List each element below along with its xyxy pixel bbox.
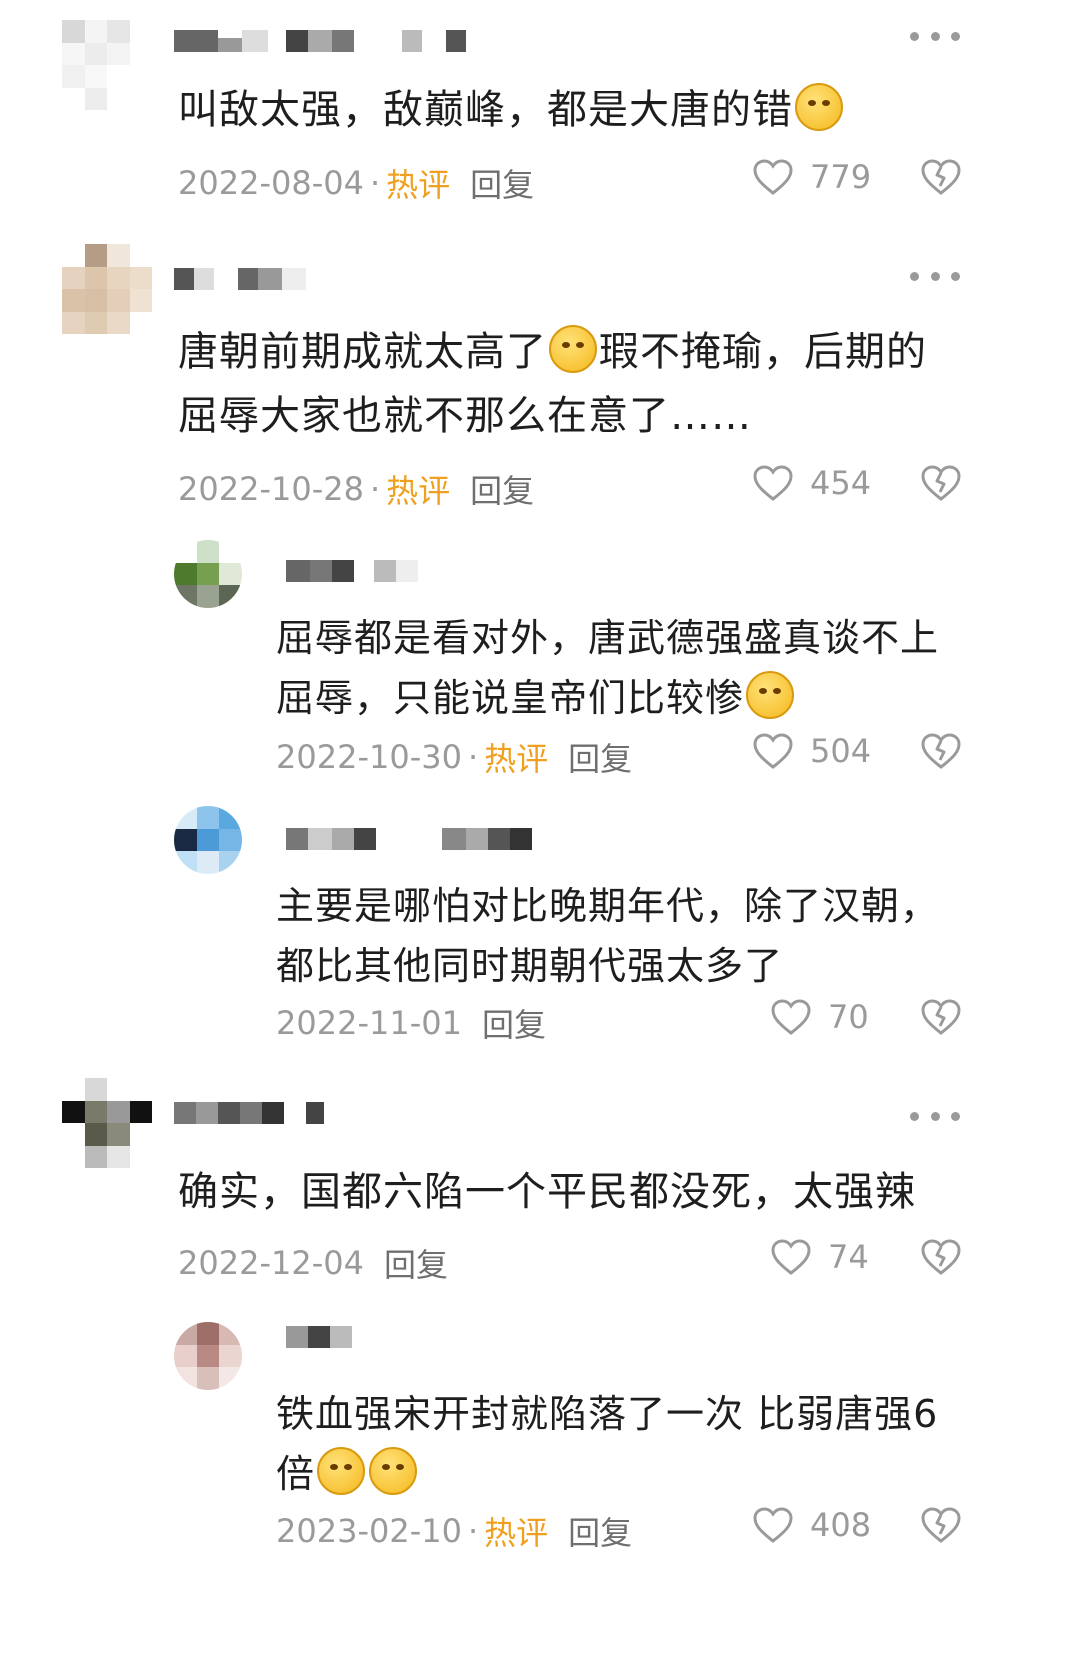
comment-text: 铁血强宋开封就陷落了一次 比弱唐强6 倍	[276, 1392, 939, 1496]
avatar[interactable]	[174, 540, 242, 608]
comment-meta: 2023-02-10 · 热评 回复	[276, 1508, 632, 1554]
comment-meta: 2022-10-28 · 热评 回复	[178, 466, 534, 512]
dislike-icon	[921, 733, 961, 769]
comment-text: 确实，国都六陷一个平民都没死，太强辣	[178, 1169, 916, 1215]
dislike-icon	[921, 1507, 961, 1543]
like-count: 454	[810, 464, 872, 502]
dislike-button[interactable]	[920, 1506, 962, 1544]
heart-icon	[771, 999, 811, 1035]
reply-button[interactable]: 回复	[470, 466, 534, 512]
dislike-button[interactable]	[920, 1238, 962, 1276]
like-button[interactable]: 74	[770, 1238, 869, 1276]
reply-button[interactable]: 回复	[470, 160, 534, 206]
dislike-button[interactable]	[920, 732, 962, 770]
heart-icon	[753, 1507, 793, 1543]
rolling-laughing-emoji-icon	[317, 1447, 366, 1495]
meta-dot: ·	[369, 470, 381, 508]
meta-dot: ·	[467, 738, 479, 776]
heart-icon	[753, 733, 793, 769]
tongue-out-emoji-icon	[746, 671, 795, 719]
avatar[interactable]	[62, 20, 152, 110]
comment-date: 2022-08-04	[178, 164, 364, 202]
reply-button[interactable]: 回复	[568, 734, 632, 780]
like-count: 74	[828, 1238, 869, 1276]
meta-dot: ·	[369, 164, 381, 202]
hot-badge: 热评	[386, 472, 451, 510]
comment-meta: 2022-12-04 回复	[178, 1240, 448, 1286]
avatar[interactable]	[62, 244, 152, 334]
hot-badge: 热评	[484, 740, 549, 778]
username[interactable]	[174, 268, 306, 290]
like-count: 779	[810, 158, 872, 196]
comment-meta: 2022-08-04 · 热评 回复	[178, 160, 534, 206]
dislike-icon	[921, 159, 961, 195]
reply-button[interactable]: 回复	[482, 1000, 546, 1046]
comment-date: 2022-10-28	[178, 470, 364, 508]
like-button[interactable]: 408	[752, 1506, 871, 1544]
dislike-button[interactable]	[920, 998, 962, 1036]
like-button[interactable]: 70	[770, 998, 869, 1036]
username[interactable]	[174, 30, 466, 52]
avatar[interactable]	[174, 1322, 242, 1390]
more-icon[interactable]	[910, 270, 960, 282]
like-button[interactable]: 504	[752, 732, 871, 770]
comment-date: 2022-11-01	[276, 1004, 462, 1042]
username[interactable]	[286, 1326, 352, 1348]
dislike-button[interactable]	[920, 158, 962, 196]
hot-badge: 热评	[386, 166, 451, 204]
like-button[interactable]: 779	[752, 158, 871, 196]
username[interactable]	[286, 560, 418, 582]
heart-icon	[771, 1239, 811, 1275]
comment-date: 2022-10-30	[276, 738, 462, 776]
like-button[interactable]: 454	[752, 464, 871, 502]
hot-badge: 热评	[484, 1514, 549, 1552]
sad-tears-emoji-icon	[795, 83, 843, 131]
comment-meta: 2022-10-30 · 热评 回复	[276, 734, 632, 780]
like-count: 504	[810, 732, 872, 770]
like-count: 70	[828, 998, 869, 1036]
comment-text: 叫敌太强，敌巅峰，都是大唐的错	[178, 78, 845, 142]
comment-text: 主要是哪怕对比晚期年代，除了汉朝， 都比其他同时期朝代强太多了	[276, 884, 940, 988]
reply-button[interactable]: 回复	[568, 1508, 632, 1554]
comment-text: 屈辱都是看对外，唐武德强盛真谈不上 屈辱，只能说皇帝们比较惨	[276, 616, 940, 720]
avatar[interactable]	[174, 806, 242, 874]
rolling-laughing-emoji-icon	[369, 1447, 418, 1495]
dislike-icon	[921, 465, 961, 501]
heart-icon	[753, 465, 793, 501]
reply-button[interactable]: 回复	[384, 1240, 448, 1286]
comment-date: 2023-02-10	[276, 1512, 462, 1550]
comment-meta: 2022-11-01 回复	[276, 1000, 546, 1046]
dislike-icon	[921, 1239, 961, 1275]
more-icon[interactable]	[910, 30, 960, 42]
heart-icon	[753, 159, 793, 195]
more-icon[interactable]	[910, 1110, 960, 1122]
username[interactable]	[286, 828, 532, 850]
dislike-button[interactable]	[920, 464, 962, 502]
username[interactable]	[174, 1102, 324, 1124]
comment-text: 唐朝前期成就太高了 瑕不掩瑜，后期的 屈辱大家也就不那么在意了……	[178, 320, 927, 448]
meta-dot: ·	[467, 1512, 479, 1550]
comment-date: 2022-12-04	[178, 1244, 364, 1282]
dislike-icon	[921, 999, 961, 1035]
avatar[interactable]	[62, 1078, 152, 1168]
like-count: 408	[810, 1506, 872, 1544]
crying-laughing-emoji-icon	[549, 325, 597, 373]
